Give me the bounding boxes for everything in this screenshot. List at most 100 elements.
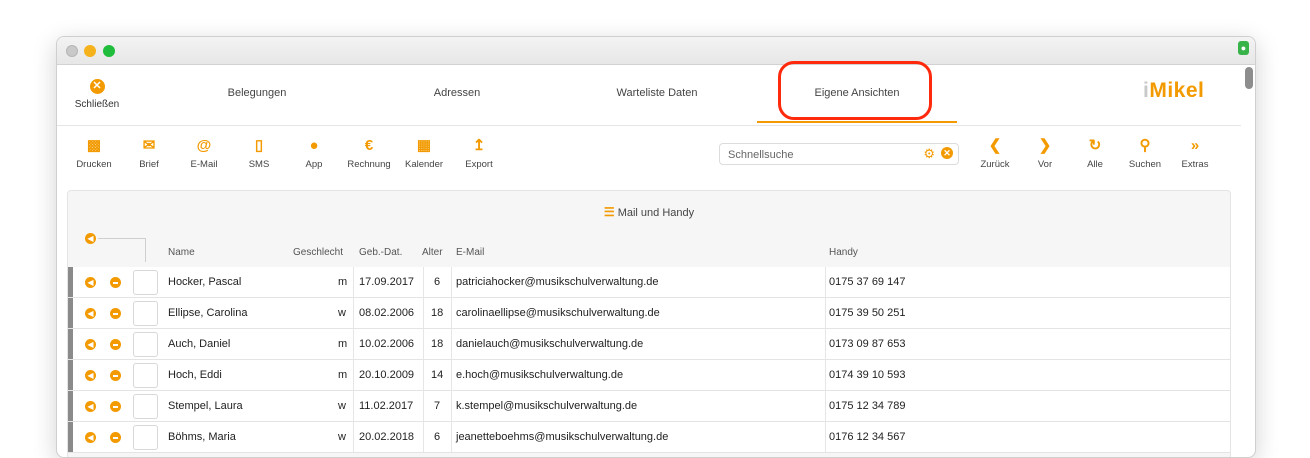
window-zoom-button[interactable]	[103, 45, 115, 57]
gear-icon[interactable]: ⚙	[923, 146, 935, 162]
open-record-icon[interactable]: ◀	[85, 277, 96, 288]
cell-gender: w	[338, 307, 346, 319]
remove-icon[interactable]	[110, 308, 121, 319]
all-button[interactable]: ↻ Alle	[1069, 136, 1121, 170]
at-sign-icon: @	[196, 137, 212, 154]
app-button[interactable]: ● App	[288, 136, 340, 170]
table-row[interactable]: ◀ Ellipse, Carolina w 08.02.2006 18 caro…	[68, 298, 1230, 329]
column-header-mobile[interactable]: Handy	[829, 247, 858, 258]
forward-button[interactable]: ❯ Vor	[1019, 136, 1071, 170]
view-title-label: Mail und Handy	[617, 207, 695, 219]
column-divider	[353, 329, 354, 359]
column-divider	[423, 329, 424, 359]
table-row[interactable]: ◀ Böhms, Maria w 20.02.2018 6 jeanettebo…	[68, 422, 1230, 453]
table-row[interactable]: ◀ Stempel, Laura w 11.02.2017 7 k.stempe…	[68, 391, 1230, 422]
view-title[interactable]: ☰ Mail und Handy	[68, 205, 1230, 219]
remove-icon[interactable]	[110, 401, 121, 412]
close-icon: ✕	[89, 79, 105, 94]
remove-icon[interactable]	[110, 339, 121, 350]
cell-dob: 20.02.2018	[359, 431, 415, 443]
row-checkbox[interactable]	[133, 425, 158, 450]
cell-mobile: 0175 39 50 251	[829, 307, 906, 319]
column-header-age[interactable]: Alter	[422, 247, 443, 258]
search-button[interactable]: ⚲ Suchen	[1119, 136, 1171, 170]
remove-icon[interactable]	[110, 370, 121, 381]
phone-icon: ▯	[254, 137, 264, 154]
column-divider	[451, 329, 452, 359]
double-chevron-icon: »	[1190, 137, 1200, 154]
upload-icon: ↥	[472, 137, 486, 154]
row-checkbox[interactable]	[133, 394, 158, 419]
column-divider	[825, 391, 826, 421]
open-record-icon[interactable]: ◀	[85, 401, 96, 412]
open-record-icon[interactable]: ◀	[85, 308, 96, 319]
table-row[interactable]: ◀ Hocker, Pascal m 17.09.2017 6 patricia…	[68, 267, 1230, 298]
cell-mobile: 0174 39 10 593	[829, 369, 906, 381]
search-input[interactable]	[726, 146, 920, 164]
open-record-icon[interactable]: ◀	[85, 370, 96, 381]
vertical-scrollbar[interactable]	[1245, 67, 1253, 89]
app-logo: iMikel	[1143, 79, 1204, 103]
cell-gender: m	[338, 369, 348, 381]
row-checkbox[interactable]	[133, 363, 158, 388]
header-arrow-icon[interactable]: ◀	[85, 233, 96, 244]
column-divider	[451, 391, 452, 421]
open-record-icon[interactable]: ◀	[85, 339, 96, 350]
row-checkbox[interactable]	[133, 301, 158, 326]
row-checkbox[interactable]	[133, 332, 158, 357]
tab-belegungen[interactable]: Belegungen	[197, 87, 317, 99]
column-header-name[interactable]: Name	[168, 247, 195, 258]
cell-email: patriciahocker@musikschulverwaltung.de	[456, 276, 659, 288]
tab-highlight-annotation	[778, 61, 932, 120]
print-button[interactable]: ▩ Drucken	[68, 136, 120, 170]
menu-icon: ☰	[603, 205, 615, 219]
email-label: E-Mail	[190, 159, 218, 170]
column-header-gender[interactable]: Geschlecht	[293, 247, 343, 258]
table-row[interactable]: ◀ Auch, Daniel m 10.02.2006 18 danielauc…	[68, 329, 1230, 360]
email-button[interactable]: @ E-Mail	[178, 136, 230, 170]
column-divider	[353, 422, 354, 452]
app-label: App	[305, 159, 323, 170]
calendar-button[interactable]: ▦ Kalender	[398, 136, 450, 170]
column-header-email[interactable]: E-Mail	[456, 247, 484, 258]
column-divider	[353, 360, 354, 390]
cell-age: 18	[431, 307, 444, 319]
column-divider	[451, 267, 452, 297]
cell-gender: m	[338, 338, 348, 350]
column-divider	[423, 391, 424, 421]
refresh-icon: ↻	[1088, 137, 1102, 154]
column-header-dob[interactable]: Geb.-Dat.	[359, 247, 402, 258]
logo-text: Mikel	[1149, 79, 1205, 102]
remove-icon[interactable]	[110, 277, 121, 288]
close-button[interactable]: ✕ Schließen	[67, 79, 127, 110]
letter-button[interactable]: ✉ Brief	[123, 136, 175, 170]
cell-name: Hoch, Eddi	[168, 369, 222, 381]
all-label: Alle	[1087, 159, 1103, 170]
lock-icon: ●	[1238, 41, 1249, 55]
clear-search-icon[interactable]: ✕	[941, 147, 953, 159]
extras-button[interactable]: » Extras	[1169, 136, 1221, 170]
cell-email: e.hoch@musikschulverwaltung.de	[456, 369, 624, 381]
export-button[interactable]: ↥ Export	[453, 136, 505, 170]
row-checkbox[interactable]	[133, 270, 158, 295]
invoice-button[interactable]: € Rechnung	[343, 136, 395, 170]
table-row[interactable]: ◀ Hoch, Eddi m 20.10.2009 14 e.hoch@musi…	[68, 360, 1230, 391]
invoice-label: Rechnung	[347, 159, 391, 170]
window-minimize-button[interactable]	[84, 45, 96, 57]
sms-button[interactable]: ▯ SMS	[233, 136, 285, 170]
back-button[interactable]: ❮ Zurück	[969, 136, 1021, 170]
euro-icon: €	[364, 137, 374, 154]
tab-warteliste-daten[interactable]: Warteliste Daten	[587, 87, 727, 99]
cell-email: carolinaellipse@musikschulverwaltung.de	[456, 307, 660, 319]
column-divider	[423, 298, 424, 328]
tab-adressen[interactable]: Adressen	[397, 87, 517, 99]
remove-icon[interactable]	[110, 432, 121, 443]
open-record-icon[interactable]: ◀	[85, 432, 96, 443]
window-close-button[interactable]	[66, 45, 78, 57]
column-divider	[825, 422, 826, 452]
quick-search: ⚙ ✕	[719, 143, 959, 165]
column-divider	[825, 360, 826, 390]
extras-label: Extras	[1181, 159, 1209, 170]
cell-name: Böhms, Maria	[168, 431, 236, 443]
back-label: Zurück	[980, 159, 1010, 170]
